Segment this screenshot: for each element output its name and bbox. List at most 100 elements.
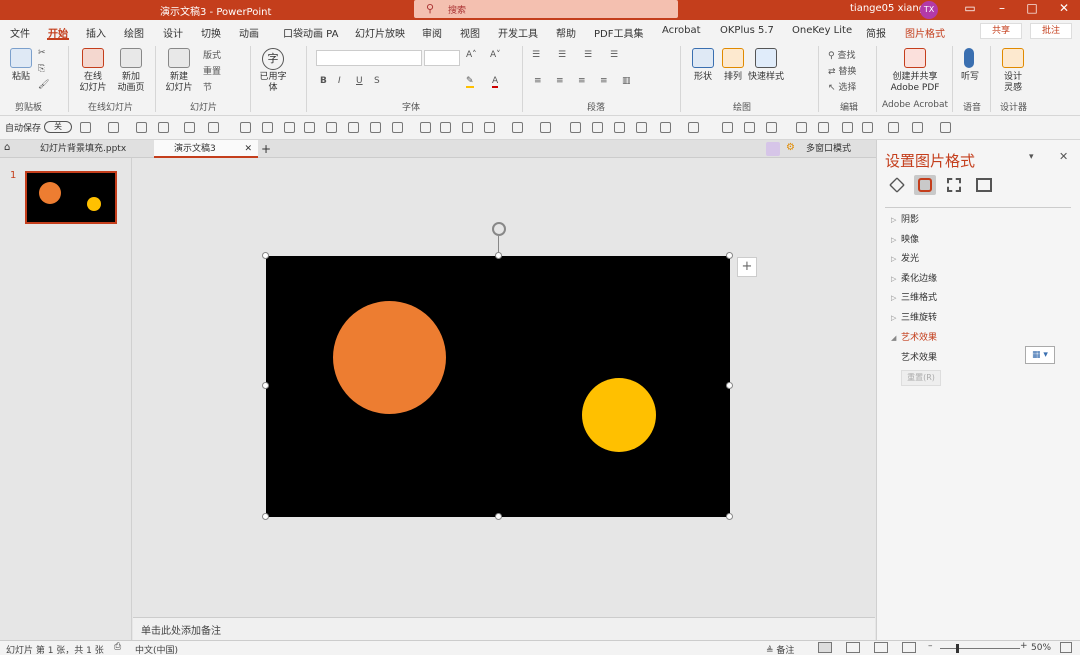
slide-thumbnail[interactable] xyxy=(25,171,117,224)
shapes-icon[interactable] xyxy=(692,48,714,68)
copy-icon[interactable]: ⎘ xyxy=(38,64,45,74)
rotate-handle-icon[interactable] xyxy=(492,222,506,236)
new-slide-icon[interactable] xyxy=(168,48,190,68)
fill-line-icon[interactable] xyxy=(889,177,905,193)
qat-tool-icon[interactable] xyxy=(420,122,431,133)
minimize-icon[interactable]: – xyxy=(988,0,1016,18)
quick-styles-icon[interactable] xyxy=(755,48,777,68)
paste-button[interactable]: 粘贴 xyxy=(8,72,34,83)
find-button[interactable]: ⚲ 查找 xyxy=(828,48,855,61)
increase-font-icon[interactable]: A˄ xyxy=(466,50,477,60)
tab-4[interactable]: 设计 xyxy=(163,25,183,40)
qat-tool-icon[interactable] xyxy=(722,122,733,133)
resize-handle-n[interactable] xyxy=(495,252,502,259)
home-icon[interactable]: ⌂ xyxy=(4,142,10,153)
doc-tab[interactable]: 幻灯片背景填充.pptx xyxy=(20,140,152,158)
new-anim-icon[interactable] xyxy=(120,48,142,68)
selected-picture[interactable] xyxy=(266,256,730,517)
align-center-icon[interactable]: ≡ xyxy=(556,76,564,86)
qat-tool-icon[interactable] xyxy=(108,122,119,133)
qat-tool-icon[interactable] xyxy=(614,122,625,133)
pane-section-3[interactable]: ▷ 柔化边缘 xyxy=(891,271,937,284)
qat-tool-icon[interactable] xyxy=(688,122,699,133)
resize-handle-nw[interactable] xyxy=(262,252,269,259)
addin-icon[interactable] xyxy=(766,142,780,156)
qat-tool-icon[interactable] xyxy=(796,122,807,133)
qat-tool-icon[interactable] xyxy=(540,122,551,133)
qat-tool-icon[interactable] xyxy=(484,122,495,133)
qat-tool-icon[interactable] xyxy=(284,122,295,133)
new-slide-button[interactable]: 新建 幻灯片 xyxy=(160,72,198,94)
qat-tool-icon[interactable] xyxy=(240,122,251,133)
highlight-icon[interactable]: ✎ xyxy=(466,76,474,88)
new-tab-icon[interactable]: + xyxy=(261,140,271,158)
qat-tool-icon[interactable] xyxy=(80,122,91,133)
resize-handle-se[interactable] xyxy=(726,513,733,520)
tab-5[interactable]: 切换 xyxy=(201,25,221,40)
pane-section-0[interactable]: ▷ 阴影 xyxy=(891,212,919,225)
quick-styles-button[interactable]: 快速样式 xyxy=(746,72,786,83)
section-button[interactable]: 节 xyxy=(203,80,212,93)
resize-handle-s[interactable] xyxy=(495,513,502,520)
zoom-in-icon[interactable]: + xyxy=(1020,641,1028,651)
resize-handle-sw[interactable] xyxy=(262,513,269,520)
tab-2[interactable]: 插入 xyxy=(86,25,106,40)
qat-tool-icon[interactable] xyxy=(158,122,169,133)
resize-handle-ne[interactable] xyxy=(726,252,733,259)
effects-tab-icon[interactable] xyxy=(914,175,936,195)
zoom-out-icon[interactable]: – xyxy=(928,641,933,651)
cut-icon[interactable]: ✂ xyxy=(38,48,46,58)
shapes-button[interactable]: 形状 xyxy=(688,72,718,83)
layout-options-icon[interactable]: + xyxy=(737,257,757,277)
tab-14[interactable]: Acrobat xyxy=(662,25,701,36)
language-status[interactable]: 中文(中国) xyxy=(135,643,178,655)
close-icon[interactable]: ✕ xyxy=(1050,0,1078,18)
decrease-font-icon[interactable]: A˅ xyxy=(490,50,501,60)
tab-10[interactable]: 视图 xyxy=(460,25,480,40)
tab-3[interactable]: 绘图 xyxy=(124,25,144,40)
pane-section-5[interactable]: ▷ 三维旋转 xyxy=(891,310,937,323)
tab-1[interactable]: 开始 xyxy=(48,25,68,40)
qat-tool-icon[interactable] xyxy=(744,122,755,133)
settings-icon[interactable]: ⚙ xyxy=(786,142,795,153)
autosave-toggle[interactable]: 关 xyxy=(44,121,72,133)
paste-icon[interactable] xyxy=(10,48,32,68)
qat-tool-icon[interactable] xyxy=(636,122,647,133)
tab-18[interactable]: 图片格式 xyxy=(905,25,945,40)
qat-tool-icon[interactable] xyxy=(440,122,451,133)
numbering-icon[interactable]: ☰ xyxy=(558,50,566,60)
justify-icon[interactable]: ≡ xyxy=(600,76,608,86)
zoom-level[interactable]: 50% xyxy=(1031,643,1051,653)
qat-tool-icon[interactable] xyxy=(912,122,923,133)
doc-tab-active[interactable]: 演示文稿3 ✕ xyxy=(154,140,258,158)
adobe-pdf-icon[interactable] xyxy=(904,48,926,68)
reset-button[interactable]: 重置(R) xyxy=(901,370,941,386)
qat-tool-icon[interactable] xyxy=(818,122,829,133)
qat-tool-icon[interactable] xyxy=(660,122,671,133)
bullets-icon[interactable]: ☰ xyxy=(532,50,540,60)
ribbon-display-icon[interactable]: ▭ xyxy=(956,0,984,18)
tab-6[interactable]: 动画 xyxy=(239,25,259,40)
qat-tool-icon[interactable] xyxy=(842,122,853,133)
pane-section-1[interactable]: ▷ 映像 xyxy=(891,232,919,245)
user-name[interactable]: tiange05 xiang xyxy=(850,3,925,14)
new-anim-button[interactable]: 新加 动画页 xyxy=(112,72,150,94)
online-slide-icon[interactable] xyxy=(82,48,104,68)
normal-view-icon[interactable] xyxy=(818,642,832,653)
tab-8[interactable]: 幻灯片放映 xyxy=(355,25,405,40)
resize-handle-e[interactable] xyxy=(726,382,733,389)
qat-tool-icon[interactable] xyxy=(262,122,273,133)
qat-tool-icon[interactable] xyxy=(348,122,359,133)
qat-tool-icon[interactable] xyxy=(862,122,873,133)
indent-icon[interactable]: ☰ xyxy=(584,50,592,60)
tab-0[interactable]: 文件 xyxy=(10,25,30,40)
qat-tool-icon[interactable] xyxy=(462,122,473,133)
search-box[interactable]: ⚲ 搜索 xyxy=(414,0,678,18)
format-painter-icon[interactable]: 🖌 xyxy=(38,80,49,90)
arrange-button[interactable]: 排列 xyxy=(718,72,748,83)
pane-section-2[interactable]: ▷ 发光 xyxy=(891,251,919,264)
align-right-icon[interactable]: ≡ xyxy=(578,76,586,86)
tab-11[interactable]: 开发工具 xyxy=(498,25,538,40)
design-ideas-button[interactable]: 设计 灵感 xyxy=(998,72,1028,94)
notes-toggle[interactable]: ≜ 备注 xyxy=(766,643,794,655)
